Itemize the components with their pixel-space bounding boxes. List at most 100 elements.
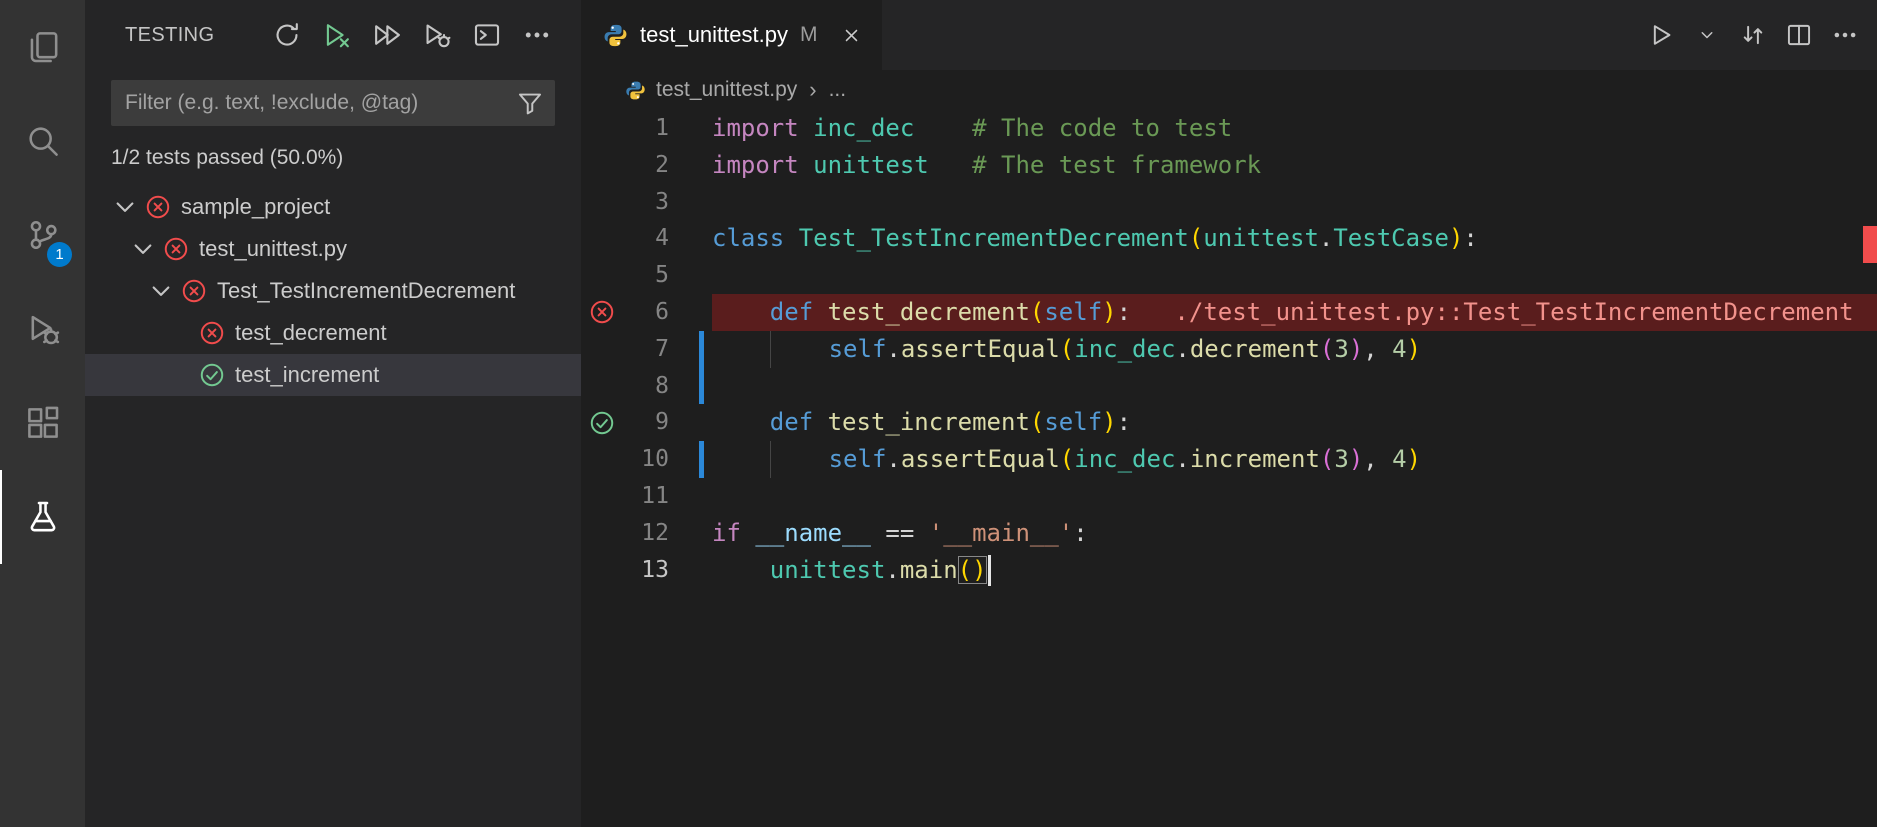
code-token: ( xyxy=(1029,297,1045,326)
tab-test-unittest-py[interactable]: test_unittest.py M xyxy=(581,0,883,70)
code-line-content[interactable]: self.assertEqual(inc_dec.increment(3), 4… xyxy=(712,441,1877,478)
gutter-test-state xyxy=(581,368,623,405)
line-number: 7 xyxy=(655,335,669,362)
code-token: def xyxy=(769,297,814,326)
testing-toolbar xyxy=(269,17,555,53)
testing-sidebar: TESTING Filter (e.g. text, !exclude, @ta… xyxy=(85,0,581,827)
code-token: ) xyxy=(1448,224,1464,253)
chevron-down-icon[interactable] xyxy=(129,235,157,263)
chevron-down-icon[interactable] xyxy=(147,277,175,305)
editor-actions xyxy=(1643,0,1877,70)
activity-bar-item-run-and-debug[interactable] xyxy=(0,282,85,376)
code-line-content[interactable] xyxy=(712,368,1877,405)
code-line: 13 unittest.main() xyxy=(581,552,1877,589)
code-token: : xyxy=(1073,518,1088,547)
activity-bar-item-testing[interactable] xyxy=(0,470,85,564)
filter-icon[interactable] xyxy=(517,90,543,116)
line-number: 12 xyxy=(641,519,669,546)
gutter-test-state xyxy=(581,147,623,184)
code-line-content[interactable]: unittest.main() xyxy=(712,552,1877,589)
code-line: 12 if __name__ == '__main__': xyxy=(581,515,1877,552)
code-line-content[interactable]: def test_decrement(self): ./test_unittes… xyxy=(712,293,1877,331)
test-tree-item[interactable]: test_decrement xyxy=(85,312,581,354)
gutter-test-state xyxy=(581,441,623,478)
code-line-content[interactable]: self.assertEqual(inc_dec.decrement(3), 4… xyxy=(712,330,1877,368)
breadcrumb-more[interactable]: ... xyxy=(829,78,847,102)
refresh-icon xyxy=(273,21,301,49)
gutter-test-state xyxy=(581,110,623,147)
code-line: 3 xyxy=(581,184,1877,221)
gutter-modified-indicator xyxy=(669,552,712,589)
code-line-content[interactable] xyxy=(712,478,1877,515)
gutter-test-state xyxy=(581,331,623,368)
test-tree-item[interactable]: sample_project xyxy=(85,186,581,228)
python-icon xyxy=(625,80,646,101)
activity-bar-item-source-control[interactable]: 1 xyxy=(0,188,85,282)
test-tree-item[interactable]: Test_TestIncrementDecrement xyxy=(85,270,581,312)
show-test-output-button[interactable] xyxy=(469,17,505,53)
sidebar-title: TESTING xyxy=(125,23,215,46)
modified-bar xyxy=(699,441,704,478)
open-changes-button[interactable] xyxy=(1735,17,1771,53)
code-line-content[interactable] xyxy=(712,257,1877,294)
modified-badge: M xyxy=(799,23,818,46)
more-actions-button[interactable] xyxy=(519,17,555,53)
code-token: 4 xyxy=(1392,445,1407,474)
editor-group: test_unittest.py M test_unittest.py › ..… xyxy=(581,0,1877,827)
python-icon xyxy=(603,23,628,48)
chevron-down-icon[interactable] xyxy=(111,193,139,221)
source-control-badge: 1 xyxy=(47,242,72,267)
code-token: ) xyxy=(1406,445,1422,474)
output-icon xyxy=(473,21,501,49)
run-options-dropdown-button[interactable] xyxy=(1689,17,1725,53)
gutter-test-failed-icon[interactable] xyxy=(589,299,615,325)
activity-bar-item-search[interactable] xyxy=(0,94,85,188)
line-number: 5 xyxy=(655,262,669,289)
line-number: 10 xyxy=(641,446,669,473)
code-token: . xyxy=(1175,334,1190,363)
debug-alt-icon xyxy=(423,21,451,49)
gutter-modified-indicator xyxy=(669,257,712,294)
gutter-test-passed-icon[interactable] xyxy=(589,410,615,436)
code-line-content[interactable]: if __name__ == '__main__': xyxy=(712,515,1877,552)
close-icon[interactable] xyxy=(841,25,862,46)
gutter-test-state xyxy=(581,257,623,294)
debug-all-tests-button[interactable] xyxy=(419,17,455,53)
activity-bar-item-extensions[interactable] xyxy=(0,376,85,470)
run-python-file-button[interactable] xyxy=(1643,17,1679,53)
test-failed-icon xyxy=(163,236,189,262)
code-token: , xyxy=(1363,445,1393,474)
code-line-content[interactable]: import unittest # The test framework xyxy=(712,147,1877,184)
run-all-tests-button[interactable] xyxy=(369,17,405,53)
code-line-content[interactable]: class Test_TestIncrementDecrement(unitte… xyxy=(712,220,1877,257)
test-filter-input[interactable]: Filter (e.g. text, !exclude, @tag) xyxy=(111,80,555,126)
run-debug-icon xyxy=(26,312,60,346)
open-changes-icon xyxy=(1740,22,1766,48)
editor-more-actions-button[interactable] xyxy=(1827,17,1863,53)
activity-bar-item-explorer[interactable] xyxy=(0,0,85,94)
rerun-failed-tests-button[interactable] xyxy=(319,17,355,53)
code-token: ) xyxy=(1348,445,1364,474)
split-editor-button[interactable] xyxy=(1781,17,1817,53)
code-line-content[interactable]: import inc_dec # The code to test xyxy=(712,110,1877,147)
code-line: 2 import unittest # The test framework xyxy=(581,147,1877,184)
test-tree-item[interactable]: test_increment xyxy=(85,354,581,396)
code-line-content[interactable]: def test_increment(self): xyxy=(712,404,1877,441)
more-icon xyxy=(523,21,551,49)
code-token: assertEqual xyxy=(900,334,1060,363)
breadcrumb-file[interactable]: test_unittest.py xyxy=(656,78,797,102)
refresh-tests-button[interactable] xyxy=(269,17,305,53)
test-tree-item[interactable]: test_unittest.py xyxy=(85,228,581,270)
line-number: 4 xyxy=(655,225,669,252)
code-line-content[interactable] xyxy=(712,184,1877,221)
breadcrumb[interactable]: test_unittest.py › ... xyxy=(581,70,1877,110)
